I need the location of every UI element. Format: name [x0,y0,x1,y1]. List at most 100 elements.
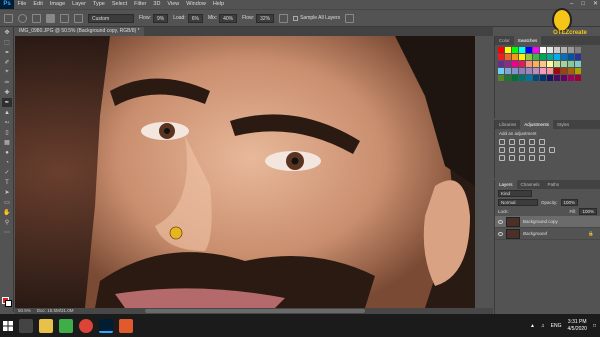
swatch[interactable] [561,68,567,74]
menu-layer[interactable]: Layer [69,0,90,9]
menu-filter[interactable]: Filter [131,0,150,9]
pressure-icon[interactable] [345,13,355,23]
swatch[interactable] [505,68,511,74]
swatch[interactable] [540,47,546,53]
visibility-eye-icon[interactable] [498,219,503,224]
curves-icon[interactable] [519,139,525,145]
swatch[interactable] [575,75,581,81]
menu-file[interactable]: File [14,0,30,9]
swatch[interactable] [540,75,546,81]
swatch[interactable] [498,47,504,53]
swatch[interactable] [540,68,546,74]
swatch[interactable] [533,75,539,81]
channel-mixer-icon[interactable] [539,147,545,153]
path-select-tool-icon[interactable]: ➤ [2,188,12,197]
swatch[interactable] [568,61,574,67]
background-color[interactable] [5,300,12,307]
mixer-brush-icon[interactable] [4,13,13,23]
move-tool-icon[interactable]: ✥ [2,28,12,37]
vertical-scrollbar[interactable] [475,36,493,308]
app-icon[interactable] [119,318,133,333]
eyedropper-tool-icon[interactable]: ✑ [2,78,12,87]
swatch[interactable] [554,54,560,60]
swatch[interactable] [568,75,574,81]
windows-start-icon[interactable] [0,314,16,337]
more-tools-icon[interactable]: ⋯ [2,228,12,237]
swatch[interactable] [526,61,532,67]
clock[interactable]: 3:31 PM 4/5/2020 [568,319,587,333]
airbrush-icon[interactable] [279,13,289,23]
menu-type[interactable]: Type [89,0,108,9]
color-swatches[interactable] [2,297,12,307]
swatch[interactable] [526,54,532,60]
tab-layers[interactable]: Layers [495,180,517,189]
volume-icon[interactable]: ♫ [541,323,545,329]
sample-all-layers[interactable]: Sample All Layers [293,15,340,21]
swatch[interactable] [554,75,560,81]
fill-value[interactable]: 100% [579,208,597,215]
type-tool-icon[interactable]: T [2,178,12,187]
brush-panel-icon[interactable] [32,13,41,23]
visibility-eye-icon[interactable] [498,231,503,236]
swatch[interactable] [519,61,525,67]
swatch[interactable] [547,54,553,60]
tab-channels[interactable]: Channels [517,180,544,189]
load-brush-swatch[interactable] [46,13,55,23]
menu-3d[interactable]: 3D [150,0,164,9]
wet-field[interactable]: Flow: 9% [139,13,169,23]
layer-row[interactable]: Background 🔒 [495,228,600,240]
menu-image[interactable]: Image [46,0,68,9]
photo-filter-icon[interactable] [529,147,535,153]
notifications-icon[interactable]: □ [593,323,596,329]
menu-help[interactable]: Help [209,0,227,9]
tab-styles[interactable]: Styles [553,120,573,129]
swatch[interactable] [547,75,553,81]
explorer-icon[interactable] [39,318,53,333]
color-balance-icon[interactable] [509,147,515,153]
swatch[interactable] [561,75,567,81]
menu-select[interactable]: Select [108,0,130,9]
swatch[interactable] [561,61,567,67]
swatch[interactable] [526,68,532,74]
swatch[interactable] [519,54,525,60]
hue-saturation-icon[interactable] [499,147,505,153]
black-white-icon[interactable] [519,147,525,153]
layer-kind-select[interactable]: Kind [498,190,532,197]
opacity-value[interactable]: 100% [560,199,579,206]
flow-value[interactable]: 32% [256,13,275,23]
tab-swatches[interactable]: Swatches [513,36,542,45]
swatch[interactable] [519,68,525,74]
clean-brush-icon[interactable] [74,13,83,23]
tab-libraries[interactable]: Libraries [495,120,520,129]
swatch[interactable] [568,47,574,53]
zoom-tool-icon[interactable]: ⚲ [2,218,12,227]
crop-tool-icon[interactable]: ⌖ [2,68,12,77]
swatch[interactable] [533,47,539,53]
swatch[interactable] [533,54,539,60]
network-icon[interactable]: ▲ [530,323,535,329]
selective-color-icon[interactable] [539,155,545,161]
brightness-icon[interactable] [499,139,505,145]
swatch[interactable] [575,68,581,74]
swatch[interactable] [533,68,539,74]
menu-window[interactable]: Window [183,0,210,9]
swatch[interactable] [533,61,539,67]
swatch[interactable] [512,75,518,81]
swatch[interactable] [554,47,560,53]
swatch[interactable] [554,61,560,67]
swatch[interactable] [568,68,574,74]
swatch[interactable] [512,54,518,60]
swatch[interactable] [554,68,560,74]
swatch[interactable] [512,68,518,74]
flow-field[interactable]: Flow: 32% [242,13,275,23]
pen-tool-icon[interactable]: ✓ [2,168,12,177]
photoshop-taskbar-icon[interactable] [99,318,113,333]
swatch[interactable] [547,61,553,67]
swatch[interactable] [498,61,504,67]
camtasia-icon[interactable] [59,318,73,333]
gradient-tool-icon[interactable]: ▦ [2,138,12,147]
mix-field[interactable]: Mix: 40% [208,13,238,23]
swatch[interactable] [547,47,553,53]
exposure-icon[interactable] [529,139,535,145]
hand-tool-icon[interactable]: ✋ [2,208,12,217]
